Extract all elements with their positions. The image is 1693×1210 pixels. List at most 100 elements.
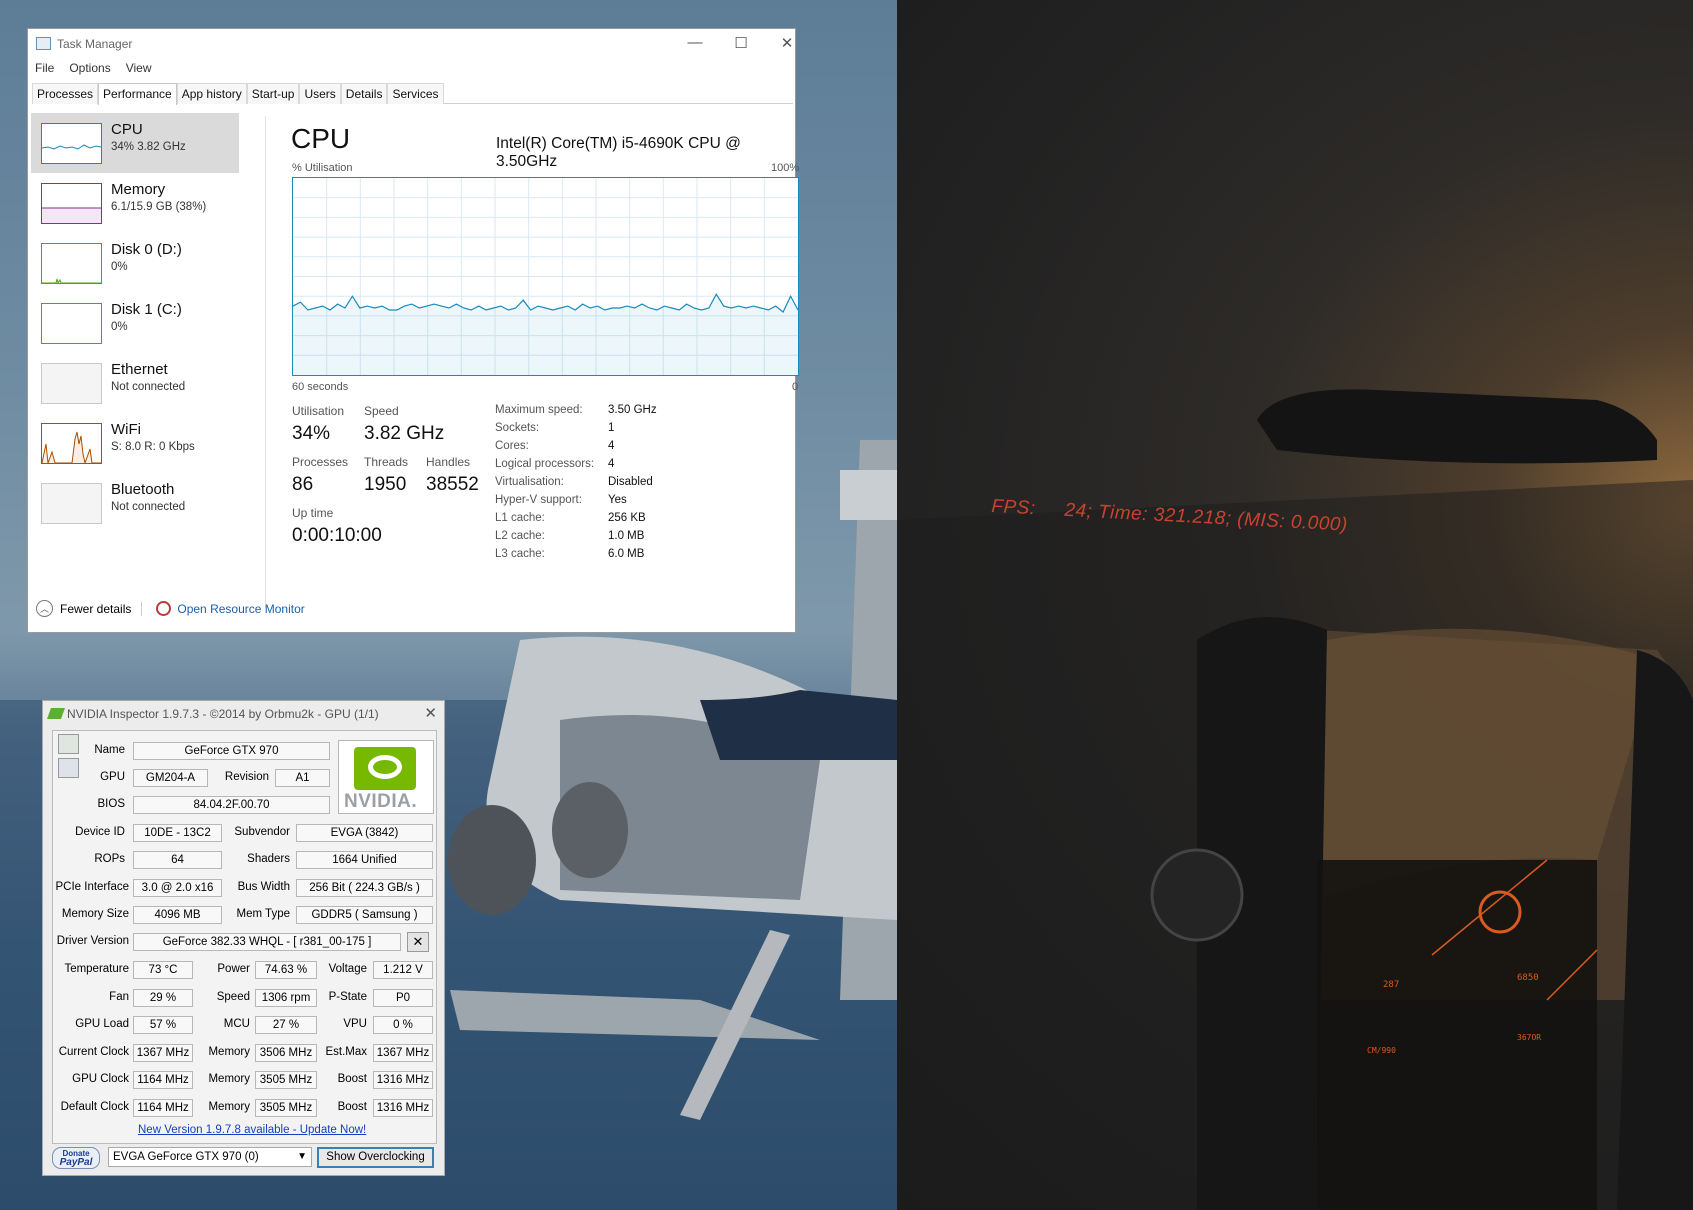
cpu-thumbnail-graph [41, 123, 102, 164]
label-speed: Speed [216, 991, 250, 1003]
sidebar-item-wifi[interactable]: WiFi S: 8.0 R: 0 Kbps [31, 413, 239, 473]
graph-x-zero: 0 [792, 381, 799, 393]
screenshot-icon[interactable] [58, 734, 79, 754]
cpu-model-name: Intel(R) Core(TM) i5-4690K CPU @ 3.50GHz [496, 135, 741, 170]
label-vpu: VPU [343, 1018, 367, 1030]
spec-logical-value: 4 [608, 458, 615, 470]
processes-value: 86 [292, 474, 314, 495]
paypal-label: PayPal [59, 1157, 93, 1168]
nvidia-close-button[interactable]: ✕ [424, 704, 437, 722]
threads-value: 1950 [364, 474, 407, 495]
nvidia-window-title[interactable]: NVIDIA Inspector 1.9.7.3 - ©2014 by Orbm… [67, 707, 379, 721]
uptime-label: Up time [292, 506, 334, 520]
tab-users[interactable]: Users [299, 83, 341, 104]
label-pstate: P-State [328, 991, 367, 1003]
graph-x-span: 60 seconds [292, 381, 349, 393]
gpu-chip-icon[interactable] [58, 758, 79, 778]
spec-virtualisation-value: Disabled [608, 476, 653, 488]
tab-services[interactable]: Services [387, 83, 444, 104]
label-gpu-load: GPU Load [75, 1018, 129, 1030]
processes-label: Processes [292, 455, 349, 469]
sidebar-item-ethernet[interactable]: Ethernet Not connected [31, 353, 239, 413]
title-bar[interactable]: Task Manager — ☐ ✕ [28, 29, 795, 59]
wifi-thumbnail-graph [41, 423, 102, 465]
performance-sidebar: CPU 34% 3.82 GHz Memory 6.1/15.9 GB (38%… [31, 113, 239, 533]
sidebar-wifi-label: WiFi [111, 421, 141, 438]
gpu-select-dropdown[interactable]: EVGA GeForce GTX 970 (0) ▼ [108, 1147, 312, 1167]
driver-tools-icon[interactable]: ✕ [407, 932, 429, 952]
label-voltage: Voltage [328, 963, 367, 975]
tab-details[interactable]: Details [340, 83, 388, 104]
sidebar-cpu-sub: 34% 3.82 GHz [111, 141, 186, 153]
window-title: Task Manager [57, 37, 133, 51]
field-driver: GeForce 382.33 WHQL - [ r381_00-175 ] [133, 933, 401, 951]
gpu-info-panel: NVIDIA. Name GeForce GTX 970 GPU GM204-A… [52, 730, 437, 1144]
menu-options[interactable]: Options [69, 61, 110, 75]
nvidia-logo: NVIDIA. [338, 740, 434, 814]
label-shaders: Shaders [247, 853, 290, 865]
menu-view[interactable]: View [126, 61, 152, 75]
task-manager-footer: ︿ Fewer details Open Resource Monitor [36, 600, 305, 617]
field-current-clock: 1367 MHz [133, 1044, 193, 1062]
tab-app-history[interactable]: App history [176, 83, 247, 104]
field-default-clock: 1164 MHz [133, 1099, 193, 1117]
tab-processes[interactable]: Processes [32, 83, 99, 104]
field-revision: A1 [275, 769, 330, 787]
graph-y-max: 100% [771, 162, 800, 174]
tab-start-up[interactable]: Start-up [246, 83, 300, 104]
disk1-thumbnail-graph [41, 303, 102, 344]
show-overclocking-button[interactable]: Show Overclocking [317, 1147, 434, 1168]
disk0-thumbnail-graph [41, 243, 102, 285]
maximize-button[interactable]: ☐ [726, 34, 756, 52]
speed-value: 3.82 GHz [364, 423, 445, 444]
sidebar-item-disk1[interactable]: Disk 1 (C:) 0% [31, 293, 239, 353]
speed-label: Speed [364, 404, 399, 418]
field-default-memory: 3505 MHz [255, 1099, 317, 1117]
sidebar-item-memory[interactable]: Memory 6.1/15.9 GB (38%) [31, 173, 239, 233]
sidebar-memory-sub: 6.1/15.9 GB (38%) [111, 201, 207, 213]
handles-value: 38552 [426, 474, 479, 495]
update-now-link[interactable]: New Version 1.9.7.8 available - Update N… [138, 1124, 366, 1136]
memory-thumb-fill [42, 207, 101, 223]
minimize-button[interactable]: — [680, 34, 710, 51]
resource-monitor-icon[interactable] [156, 601, 172, 616]
footer-separator [141, 601, 143, 616]
label-gpu-boost: Boost [337, 1073, 367, 1085]
field-est-max: 1367 MHz [373, 1044, 433, 1062]
sidebar-divider[interactable] [265, 116, 266, 608]
bluetooth-thumbnail-graph [41, 483, 102, 524]
label-default-memory: Memory [208, 1101, 250, 1113]
sidebar-item-cpu[interactable]: CPU 34% 3.82 GHz [31, 113, 239, 173]
close-button[interactable]: ✕ [772, 34, 802, 52]
threads-label: Threads [364, 455, 409, 469]
label-gpu: GPU [100, 771, 125, 783]
utilisation-value: 34% [292, 423, 331, 444]
field-device-id: 10DE - 13C2 [133, 824, 222, 842]
label-gpu-clock: GPU Clock [72, 1073, 129, 1085]
sidebar-item-disk0[interactable]: Disk 0 (D:) 0% [31, 233, 239, 293]
chevron-up-icon[interactable]: ︿ [36, 600, 53, 617]
sidebar-ethernet-label: Ethernet [111, 361, 168, 378]
utilisation-label: Utilisation [292, 404, 345, 418]
label-driver: Driver Version [56, 935, 129, 947]
label-mem-type: Mem Type [236, 908, 290, 920]
sidebar-item-bluetooth[interactable]: Bluetooth Not connected [31, 473, 239, 533]
cpu-utilisation-graph [292, 177, 799, 376]
paypal-donate-button[interactable]: Donate PayPal [52, 1147, 100, 1169]
menu-file[interactable]: File [35, 61, 54, 75]
nvidia-eye-icon [354, 747, 416, 790]
fewer-details-link[interactable]: Fewer details [60, 602, 131, 616]
cpu-heading: CPU [291, 123, 351, 154]
sidebar-bluetooth-sub: Not connected [111, 501, 186, 513]
wifi-send-value: 8.0 [125, 441, 142, 453]
field-gpu-boost: 1316 MHz [373, 1071, 433, 1089]
sidebar-bluetooth-label: Bluetooth [111, 481, 175, 498]
spec-hyperv-value: Yes [608, 494, 627, 506]
field-gpu-load: 57 % [133, 1016, 193, 1034]
tab-performance[interactable]: Performance [98, 83, 177, 105]
open-resource-monitor-link[interactable]: Open Resource Monitor [177, 602, 304, 616]
field-rops: 64 [133, 851, 222, 869]
label-subvendor: Subvendor [234, 826, 290, 838]
wifi-receive-prefix: R: [144, 441, 156, 453]
label-current-memory: Memory [208, 1046, 250, 1058]
